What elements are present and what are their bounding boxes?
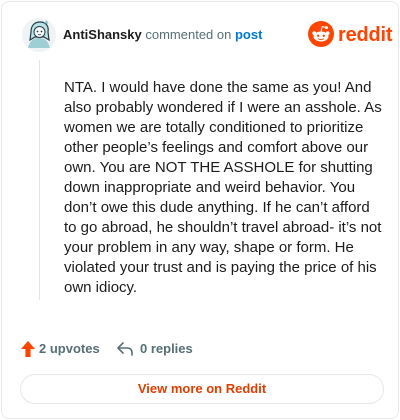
reddit-logo[interactable]: reddit: [308, 20, 393, 50]
post-link[interactable]: post: [235, 27, 262, 42]
reddit-snoo-icon: [308, 21, 334, 47]
comment-actions: 2 upvotes 0 replies: [20, 338, 280, 360]
upvote-arrow-icon[interactable]: [20, 340, 36, 358]
comment-header: AntiShansky commented on post reddit: [22, 18, 393, 54]
reply-arrow-icon[interactable]: [116, 340, 134, 358]
comment-byline: AntiShansky commented on post: [63, 27, 262, 43]
username-link[interactable]: AntiShansky: [63, 27, 142, 42]
view-more-button[interactable]: View more on Reddit: [20, 374, 384, 404]
avatar-image: [22, 18, 56, 52]
comment-text: NTA. I would have done the same as you! …: [64, 79, 382, 296]
reply-count: 0 replies: [140, 341, 193, 356]
upvote-count: 2 upvotes: [39, 341, 100, 356]
user-avatar[interactable]: [22, 18, 56, 52]
embedded-comment-card: AntiShansky commented on post reddit NTA…: [1, 1, 399, 419]
byline-verb: commented on: [141, 27, 235, 42]
thread-line: [39, 60, 40, 300]
reddit-wordmark: reddit: [338, 24, 393, 46]
